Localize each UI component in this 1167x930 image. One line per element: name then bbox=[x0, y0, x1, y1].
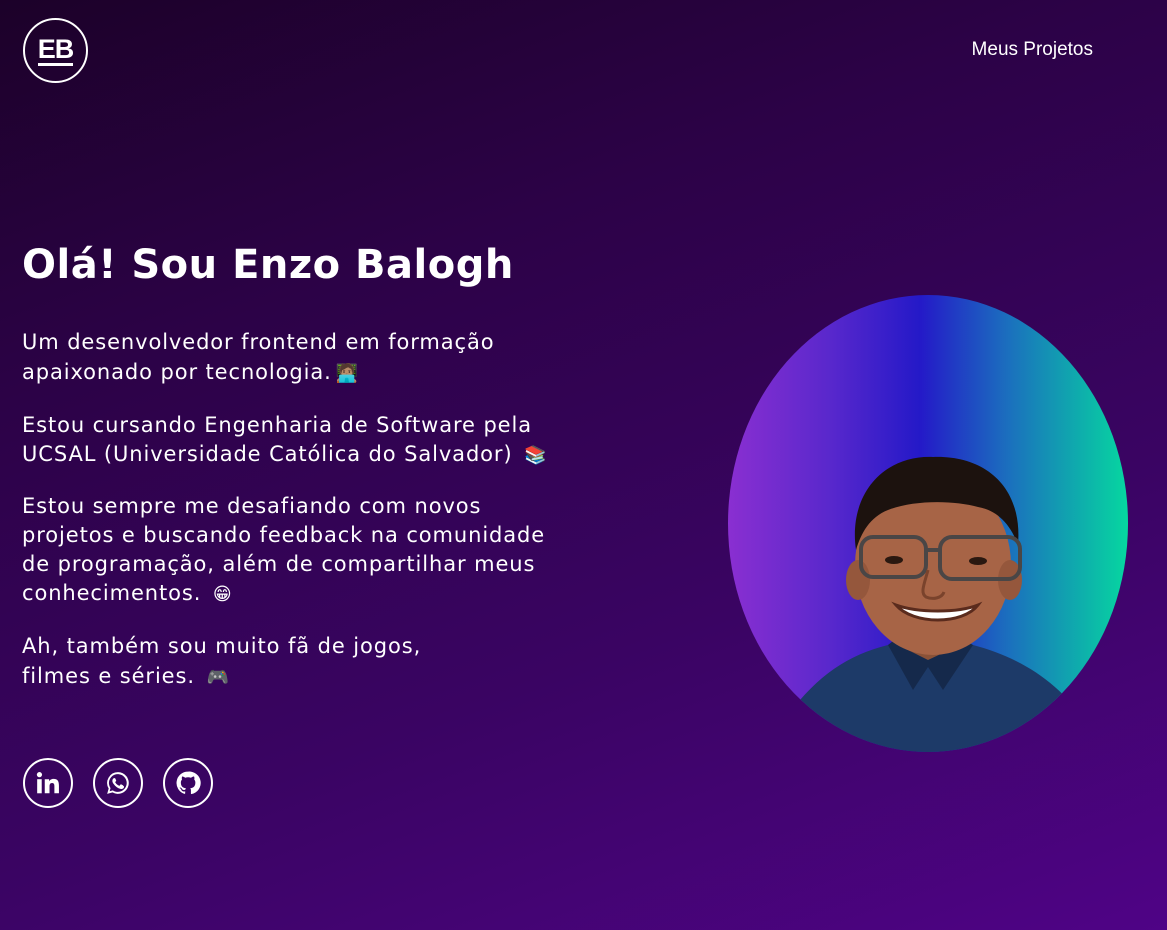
linkedin-button[interactable] bbox=[23, 758, 73, 808]
whatsapp-button[interactable] bbox=[93, 758, 143, 808]
books-emoji-icon: 📚 bbox=[524, 445, 548, 466]
intro-section: Olá! Sou Enzo Balogh Um desenvolvedor fr… bbox=[22, 238, 567, 715]
intro-paragraph: Ah, também sou muito fã de jogos, filmes… bbox=[22, 631, 492, 693]
grinning-emoji-icon: 😁 bbox=[212, 584, 233, 605]
technologist-emoji-icon: 🧑🏽‍💻 bbox=[335, 363, 360, 384]
ear-left-shape bbox=[846, 560, 870, 600]
eye-left bbox=[885, 556, 903, 564]
profile-photo bbox=[728, 295, 1128, 752]
page-title: Olá! Sou Enzo Balogh bbox=[22, 242, 514, 288]
gamepad-emoji-icon: 🎮 bbox=[206, 667, 230, 688]
github-button[interactable] bbox=[163, 758, 213, 808]
github-icon bbox=[176, 771, 201, 795]
intro-paragraph: Estou cursando Engenharia de Software pe… bbox=[22, 411, 567, 470]
intro-paragraph-text: Um desenvolvedor frontend em formação ap… bbox=[22, 330, 495, 384]
linkedin-icon bbox=[36, 772, 59, 794]
intro-paragraph: Um desenvolvedor frontend em formação ap… bbox=[22, 327, 522, 389]
intro-paragraph: Estou sempre me desafiando com novos pro… bbox=[22, 492, 567, 609]
profile-photo-illustration bbox=[768, 456, 1088, 752]
logo-text: EB bbox=[37, 33, 74, 66]
intro-paragraph-text: Estou sempre me desafiando com novos pro… bbox=[22, 494, 546, 605]
whatsapp-icon bbox=[107, 772, 129, 794]
social-links bbox=[23, 758, 213, 808]
logo[interactable]: EB bbox=[23, 18, 88, 83]
eye-right bbox=[969, 557, 987, 565]
nav-link-meus-projetos[interactable]: Meus Projetos bbox=[972, 39, 1093, 61]
intro-paragraph-text: Estou cursando Engenharia de Software pe… bbox=[22, 413, 532, 466]
